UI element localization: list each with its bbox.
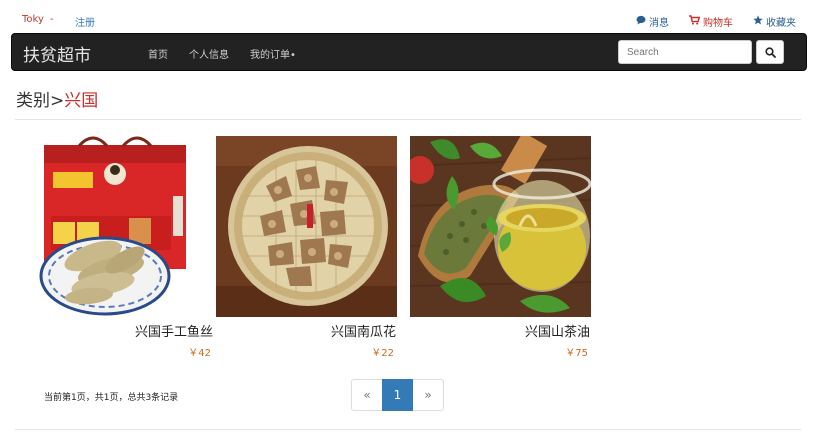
comment-icon bbox=[636, 15, 646, 28]
product-card[interactable]: 兴国手工鱼丝 ￥42 bbox=[33, 136, 214, 359]
brand-logo[interactable]: 扶贫超市 bbox=[23, 41, 91, 66]
product-card[interactable]: 兴国南瓜花 ￥22 bbox=[216, 136, 397, 359]
cart-link[interactable]: 购物车 bbox=[689, 14, 733, 29]
product-image[interactable] bbox=[410, 136, 591, 317]
top-links: 消息 购物车 收藏夹 bbox=[636, 14, 796, 29]
cart-label: 购物车 bbox=[703, 18, 733, 29]
nav-item-orders-label: 我的订单 bbox=[250, 50, 290, 61]
favorites-label: 收藏夹 bbox=[766, 18, 796, 29]
search-button[interactable] bbox=[756, 40, 784, 64]
product-name[interactable]: 兴国山茶油 bbox=[410, 321, 591, 340]
nav-menu: 首页 个人信息 我的订单• bbox=[148, 46, 296, 61]
product-card[interactable]: 兴国山茶油 ￥75 bbox=[410, 136, 591, 359]
nav-item-home[interactable]: 首页 bbox=[148, 46, 168, 61]
pagination-prev-button[interactable]: « bbox=[351, 379, 382, 411]
messages-label: 消息 bbox=[649, 18, 669, 29]
nav-item-orders[interactable]: 我的订单• bbox=[250, 46, 296, 61]
divider-bottom bbox=[15, 429, 801, 430]
pagination-page-button[interactable]: 1 bbox=[382, 379, 413, 411]
favorites-link[interactable]: 收藏夹 bbox=[753, 14, 796, 29]
search-input[interactable] bbox=[618, 40, 752, 64]
user-menu[interactable]: Toky - bbox=[22, 14, 54, 25]
orders-caret: • bbox=[290, 50, 296, 61]
user-caret: - bbox=[49, 14, 54, 25]
pagination-next-button[interactable]: » bbox=[413, 379, 444, 411]
product-price: ￥75 bbox=[565, 348, 588, 359]
star-icon bbox=[753, 15, 763, 28]
search-icon bbox=[764, 43, 776, 62]
pagination-info: 当前第1页，共1页，总共3条记录 bbox=[44, 393, 179, 403]
product-name[interactable]: 兴国手工鱼丝 bbox=[33, 321, 214, 340]
product-image[interactable] bbox=[216, 136, 397, 317]
messages-link[interactable]: 消息 bbox=[636, 14, 669, 29]
divider-top bbox=[15, 119, 801, 120]
product-image[interactable] bbox=[33, 136, 214, 317]
pagination: « 1 » bbox=[351, 379, 444, 411]
product-price: ￥22 bbox=[371, 348, 394, 359]
top-bar: Toky - 注册 消息 购物车 收藏夹 bbox=[0, 0, 816, 34]
register-link[interactable]: 注册 bbox=[75, 14, 95, 29]
page-title: 类别>兴国 bbox=[16, 86, 98, 111]
product-name[interactable]: 兴国南瓜花 bbox=[216, 321, 397, 340]
username: Toky bbox=[22, 14, 44, 25]
main-navbar: 扶贫超市 首页 个人信息 我的订单• bbox=[11, 33, 807, 71]
nav-item-profile[interactable]: 个人信息 bbox=[189, 46, 229, 61]
product-price: ￥42 bbox=[188, 348, 211, 359]
category-name: 兴国 bbox=[64, 91, 99, 111]
shopping-cart-icon bbox=[689, 15, 701, 28]
breadcrumb-prefix: 类别> bbox=[16, 91, 65, 111]
